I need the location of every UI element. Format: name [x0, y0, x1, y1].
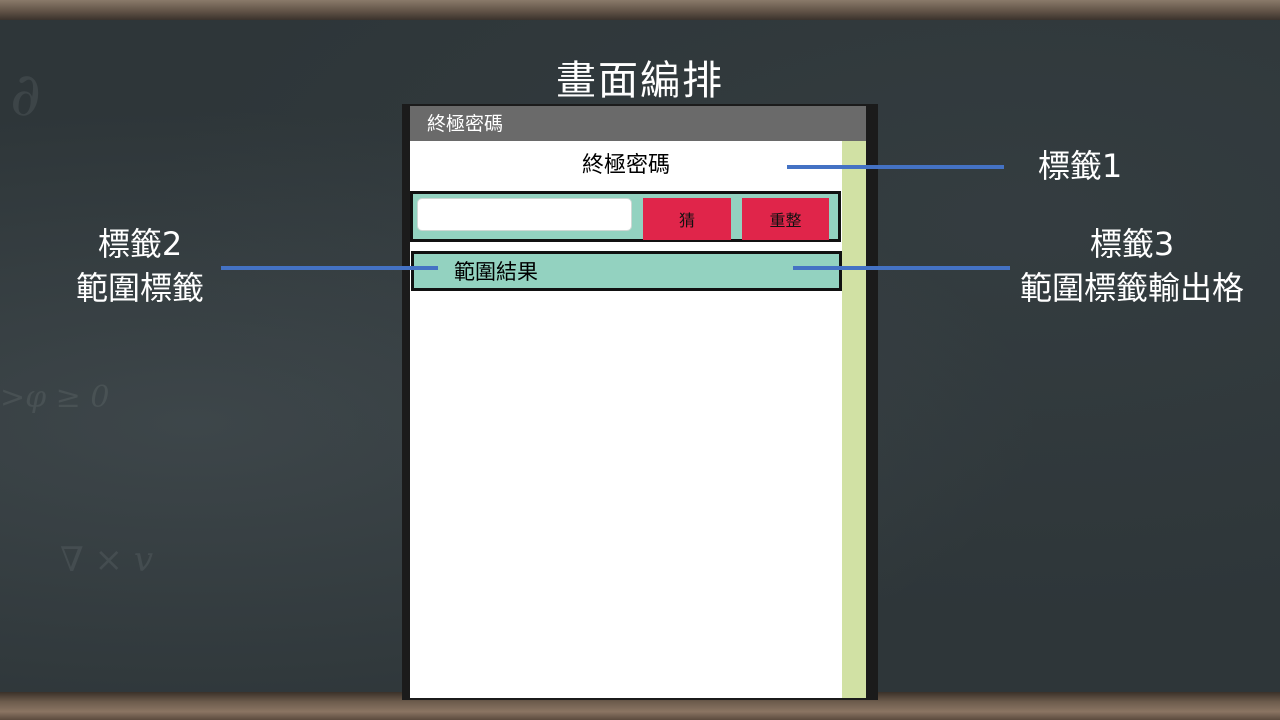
callout-label2: 標籤2 範圍標籤: [60, 222, 220, 310]
callout-label3-desc: 範圍標籤輸出格: [1019, 269, 1244, 307]
app-mockup: 終極密碼 終極密碼 猜 重整 範圍結果: [402, 104, 878, 700]
callout-label2-desc: 範圍標籤: [75, 269, 204, 307]
connector-label2: [221, 266, 438, 270]
callout-label3-title: 標籤3: [1089, 225, 1175, 263]
guess-row: 猜 重整: [410, 191, 841, 242]
connector-label3: [793, 266, 1010, 270]
guess-button[interactable]: 猜: [643, 198, 731, 240]
reset-button[interactable]: 重整: [742, 198, 829, 240]
chalk-scribble: ∇ × v: [60, 540, 154, 580]
app-titlebar: 終極密碼: [410, 106, 866, 141]
callout-label3: 標籤3 範圍標籤輸出格: [1000, 222, 1264, 310]
guess-input[interactable]: [417, 198, 632, 231]
chalkboard-frame-top: [0, 0, 1280, 20]
header-label: 終極密碼: [581, 153, 670, 178]
app-content: 終極密碼 猜 重整 範圍結果: [410, 141, 842, 698]
app-scrollbar[interactable]: [842, 141, 866, 698]
range-result-label: 範圍結果: [411, 251, 842, 291]
slide-title: 畫面編排: [556, 58, 724, 104]
callout-label1: 標籤1: [1037, 147, 1123, 185]
connector-label1: [787, 165, 1004, 169]
chalk-scribble: >φ ≥ 0: [0, 380, 110, 415]
callout-label2-title: 標籤2: [97, 225, 183, 263]
